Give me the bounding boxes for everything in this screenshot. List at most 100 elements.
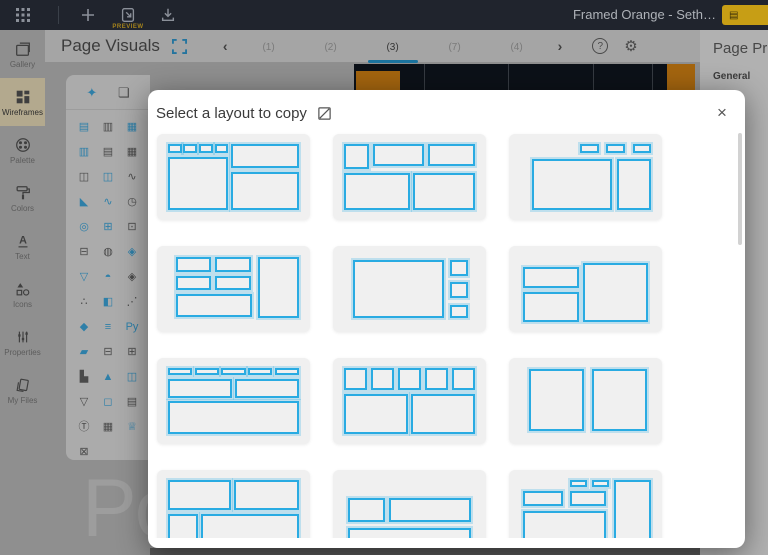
layout-card-layout-10[interactable]: [157, 470, 310, 538]
page-tab-4[interactable]: (4): [486, 34, 548, 59]
sidebar-item-my-files[interactable]: My Files: [0, 366, 45, 414]
section-general-label[interactable]: General: [713, 71, 768, 82]
layout-preview: [344, 256, 475, 322]
histogram-icon[interactable]: ▙: [72, 368, 96, 386]
globe-icon[interactable]: ◍: [96, 243, 120, 261]
sidebar-item-wireframes[interactable]: Wireframes: [0, 78, 45, 126]
chart-type-panel: ✦ ❏ ▤ ▥ ▦ ▥ ▤ ▦ ◫ ◫ ∿ ◣ ∿ ◷ ◎ ⊞ ⊡ ⊟ ◍ ◈ ▽ ◓ ◈ ∴ ◧ ⋰ ◆ ≡ Py ▰ ⊟ ⊞ ▙ ▲ ◫ ▽ ◻ ▤…: [66, 75, 150, 460]
wireframe-rect: [388, 498, 472, 523]
document-icon[interactable]: ▤: [120, 393, 144, 411]
region-map-icon[interactable]: ◈: [120, 268, 144, 286]
trophy-icon[interactable]: ♕: [120, 418, 144, 436]
dialog-title: Select a layout to copy: [156, 104, 307, 122]
page-tab-7[interactable]: (7): [424, 34, 486, 59]
wireframe-rect: [592, 480, 610, 488]
my-files-icon: [14, 376, 32, 394]
counter-icon[interactable]: ⊡: [120, 218, 144, 236]
pointer-arrow-icon[interactable]: ▲: [96, 368, 120, 386]
wireframe-rect: [168, 401, 299, 434]
page-tab-1[interactable]: (1): [238, 34, 300, 59]
grouped-bar-icon[interactable]: ▤: [96, 143, 120, 161]
layout-card-layout-9[interactable]: [509, 358, 662, 444]
layout-preview: [344, 480, 475, 538]
layout-card-layout-4[interactable]: [157, 246, 310, 332]
left-sidebar: Gallery Wireframes Palette Colors A Text Icons…: [0, 30, 45, 555]
apps-grid-icon[interactable]: [12, 4, 34, 26]
preview-label: PREVIEW: [112, 24, 144, 30]
layout-card-layout-2[interactable]: [333, 134, 486, 220]
download-button[interactable]: [157, 4, 179, 26]
close-icon[interactable]: ×: [711, 102, 733, 124]
sidebar-item-palette[interactable]: Palette: [0, 126, 45, 174]
help-icon[interactable]: ?: [592, 38, 609, 54]
candlestick-icon[interactable]: ◆: [72, 318, 96, 336]
wireframe-rect: [199, 144, 214, 154]
picture-chart-icon[interactable]: ⊟: [72, 243, 96, 261]
canvas-divider: [424, 64, 425, 90]
sidebar-item-icons[interactable]: Icons: [0, 270, 45, 318]
sidebar-item-text[interactable]: A Text: [0, 222, 45, 270]
bar-line-icon[interactable]: ◫: [72, 168, 96, 186]
prev-page-chevron[interactable]: ‹: [213, 38, 238, 54]
gauge-icon[interactable]: ◓: [96, 268, 120, 286]
add-page-button[interactable]: [77, 4, 99, 26]
layout-card-layout-8[interactable]: [333, 358, 486, 444]
dot-plot-icon[interactable]: ⋰: [120, 293, 144, 311]
area-chart-icon[interactable]: ◣: [72, 193, 96, 211]
scatter-icon[interactable]: ∴: [72, 293, 96, 311]
page-tab-2[interactable]: (2): [300, 34, 362, 59]
canvas-page-strip: [354, 64, 695, 90]
layout-card-layout-6[interactable]: [509, 246, 662, 332]
table-chart-icon[interactable]: ⊞: [96, 218, 120, 236]
list-icon[interactable]: ≡: [96, 318, 120, 336]
layout-card-layout-12[interactable]: [509, 470, 662, 538]
wireframe-rect: [370, 368, 395, 390]
report-icon[interactable]: ▦: [96, 418, 120, 436]
next-page-chevron[interactable]: ›: [548, 38, 573, 54]
form-icon[interactable]: ⊟: [96, 343, 120, 361]
layout-card-layout-7[interactable]: [157, 358, 310, 444]
grouped-column-icon[interactable]: ▥: [72, 143, 96, 161]
pie-chart-icon[interactable]: ◷: [120, 193, 144, 211]
preview-button[interactable]: PREVIEW: [112, 4, 143, 30]
stacked-column-icon[interactable]: ▦: [120, 143, 144, 161]
wireframe-rect: [522, 266, 579, 288]
world-map-icon[interactable]: ◈: [120, 243, 144, 261]
funnel-2-icon[interactable]: ▽: [72, 393, 96, 411]
us-map-icon[interactable]: ▰: [72, 343, 96, 361]
bar-chart-icon[interactable]: ▤: [72, 118, 96, 136]
org-chart-icon[interactable]: ◫: [120, 368, 144, 386]
ai-sparkle-icon[interactable]: ✦: [86, 85, 97, 101]
sidebar-item-gallery[interactable]: Gallery: [0, 30, 45, 78]
dialog-scrollbar[interactable]: [738, 133, 742, 245]
line-area-icon[interactable]: ∿: [96, 193, 120, 211]
share-button[interactable]: ▤: [722, 5, 768, 25]
column-line-icon[interactable]: ◫: [96, 168, 120, 186]
select-layout-dialog: Select a layout to copy ×: [148, 90, 745, 548]
duplicate-icon[interactable]: ❏: [118, 85, 130, 101]
layout-card-layout-3[interactable]: [509, 134, 662, 220]
page-tab-3[interactable]: (3): [362, 34, 424, 63]
layout-card-layout-5[interactable]: [333, 246, 486, 332]
stacked-bar-icon[interactable]: ▦: [120, 118, 144, 136]
sidebar-item-properties[interactable]: Properties: [0, 318, 45, 366]
image-icon[interactable]: ⊠: [72, 443, 96, 461]
topbar-divider: [58, 6, 59, 24]
column-chart-icon[interactable]: ▥: [96, 118, 120, 136]
layout-card-layout-11[interactable]: [333, 470, 486, 538]
donut-chart-icon[interactable]: ◎: [72, 218, 96, 236]
funnel-icon[interactable]: ▽: [72, 268, 96, 286]
page-pagination: ‹ (1) (2) (3) (7) (4) ›: [213, 34, 573, 63]
settings-gear-icon[interactable]: ⚙: [624, 37, 637, 55]
layout-card-layout-1[interactable]: [157, 134, 310, 220]
layout-grid: [157, 134, 745, 538]
treemap-icon[interactable]: ◧: [96, 293, 120, 311]
wireframe-rect: [168, 480, 231, 511]
pyramid-icon[interactable]: Py: [120, 318, 144, 336]
grid-table-icon[interactable]: ⊞: [120, 343, 144, 361]
text-box-icon[interactable]: Ⓣ: [72, 418, 96, 436]
fullscreen-expand-icon[interactable]: [171, 38, 187, 54]
sidebar-item-colors[interactable]: Colors: [0, 174, 45, 222]
speech-bubble-icon[interactable]: ◻: [96, 393, 120, 411]
line-chart-icon[interactable]: ∿: [120, 168, 144, 186]
